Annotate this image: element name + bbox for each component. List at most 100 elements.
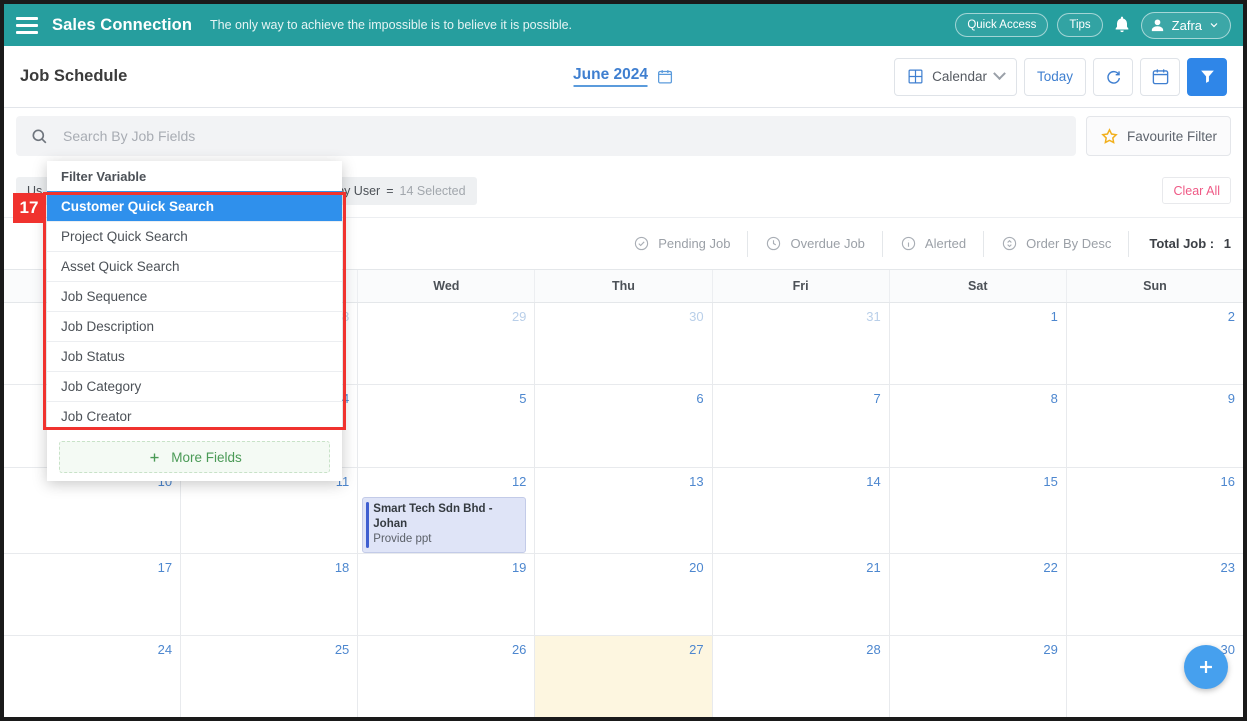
dropdown-item[interactable]: Job Category [47, 371, 342, 401]
calendar-day-number: 22 [1043, 559, 1058, 575]
filter-variable-dropdown[interactable]: Filter Variable Customer Quick Search Pro… [47, 161, 342, 481]
calendar-day-cell[interactable]: 28 [712, 635, 890, 717]
dropdown-item[interactable]: Job Status [47, 341, 342, 371]
event-subtitle: Provide ppt [373, 532, 432, 545]
calendar-icon [1152, 69, 1168, 85]
calendar-day-cell[interactable]: 2 [1066, 303, 1243, 385]
chevron-down-icon [1210, 23, 1218, 28]
status-filter-label: Order By Desc [1026, 236, 1112, 251]
clear-all-button[interactable]: Clear All [1162, 177, 1231, 204]
calendar-day-number: 5 [519, 391, 527, 407]
calendar-day-number: 13 [689, 473, 704, 489]
calendar-day-cell[interactable]: 5 [358, 385, 536, 467]
date-picker-button[interactable] [1140, 57, 1180, 96]
calendar-day-cell[interactable]: 22 [889, 553, 1067, 635]
app-window: Sales Connection The only way to achieve… [0, 0, 1247, 721]
calendar-day-cell[interactable]: 19 [358, 553, 536, 635]
calendar-day-cell[interactable]: 18 [181, 553, 359, 635]
calendar-day-cell[interactable]: 31 [712, 303, 890, 385]
total-job-value: 1 [1223, 236, 1231, 251]
calendar-day-number: 12 [511, 473, 527, 489]
calendar-day-number: 2 [1227, 309, 1235, 324]
calendar-day-cell[interactable]: 30 [535, 303, 713, 385]
add-job-fab-button[interactable] [1184, 645, 1228, 689]
current-month-label: June 2024 [573, 66, 648, 87]
dropdown-item[interactable]: Job Sequence [47, 281, 342, 311]
subheader-actions: Calendar Today [894, 57, 1227, 96]
dropdown-item[interactable]: Project Quick Search [47, 221, 342, 251]
user-menu[interactable]: Zafra [1140, 11, 1231, 39]
notifications-bell-icon[interactable] [1112, 14, 1132, 36]
calendar-day-number: 7 [873, 391, 881, 407]
view-mode-dropdown[interactable]: Calendar [894, 57, 1017, 96]
dropdown-item[interactable]: Job Creator [47, 401, 342, 431]
calendar-day-number: 15 [1043, 473, 1058, 489]
page-title: Job Schedule [20, 67, 128, 85]
calendar-day-cell[interactable]: 7 [712, 385, 890, 467]
dropdown-item[interactable]: Customer Quick Search [47, 191, 342, 221]
calendar-day-number: 21 [866, 559, 881, 575]
refresh-button[interactable] [1093, 57, 1133, 96]
calendar-day-cell[interactable]: 9 [1066, 385, 1243, 467]
calendar-day-header: Sat [890, 270, 1067, 302]
plus-icon [1200, 661, 1212, 673]
calendar-day-cell[interactable]: 23 [1066, 553, 1243, 635]
page-subheader: Job Schedule June 2024 Calendar Today [4, 46, 1243, 108]
calendar-day-number: 30 [689, 309, 704, 324]
calendar-day-header: Thu [535, 270, 713, 302]
hamburger-menu-icon[interactable] [16, 16, 38, 34]
calendar-day-cell[interactable]: 29 [358, 303, 536, 385]
calendar-day-number: 31 [866, 309, 881, 324]
search-icon [32, 128, 47, 143]
check-circle-icon [635, 236, 649, 251]
calendar-day-number: 29 [1043, 641, 1058, 657]
more-fields-button[interactable]: More Fields [59, 441, 330, 473]
status-filter-overdue-job[interactable]: Overdue Job [748, 230, 883, 257]
calendar-day-cell[interactable]: 15 [889, 467, 1067, 553]
more-fields-label: More Fields [171, 449, 242, 465]
calendar-day-cell[interactable]: 13 [535, 467, 713, 553]
calendar-day-cell[interactable]: 21 [712, 553, 890, 635]
total-job-label: Total Job : [1149, 236, 1215, 251]
tips-button[interactable]: Tips [1057, 13, 1103, 37]
calendar-day-cell[interactable]: 1 [889, 303, 1067, 385]
user-name-label: Zafra [1171, 17, 1202, 33]
calendar-day-cell[interactable]: 17 [4, 553, 182, 635]
calendar-day-cell[interactable]: 12 Smart Tech Sdn Bhd - Johan Provide ppt [358, 467, 536, 553]
calendar-icon[interactable] [657, 68, 674, 85]
calendar-day-cell[interactable]: 20 [535, 553, 713, 635]
calendar-day-cell[interactable]: 26 [358, 635, 536, 717]
annotation-step-badge: 17 [13, 193, 45, 223]
calendar-day-cell[interactable]: 8 [889, 385, 1067, 467]
filter-toggle-button[interactable] [1187, 57, 1227, 96]
calendar-day-cell[interactable]: 16 [1066, 467, 1243, 553]
funnel-icon [1200, 70, 1214, 83]
calendar-day-number: 23 [1220, 559, 1235, 575]
quick-access-button[interactable]: Quick Access [955, 13, 1049, 37]
today-button[interactable]: Today [1023, 57, 1086, 96]
status-filter-alerted[interactable]: Alerted [883, 230, 985, 257]
calendar-day-cell[interactable]: 6 [535, 385, 713, 467]
calendar-day-cell[interactable]: 25 [181, 635, 359, 717]
dropdown-item[interactable]: Job Description [47, 311, 342, 341]
calendar-day-number: 25 [334, 641, 350, 657]
app-brand-title: Sales Connection [52, 15, 193, 34]
total-job-counter: Total Job : 1 [1129, 236, 1231, 251]
favourite-filter-button[interactable]: Favourite Filter [1085, 116, 1231, 156]
calendar-day-cell[interactable]: 29 [889, 635, 1067, 717]
dropdown-item[interactable]: Asset Quick Search [47, 251, 342, 281]
calendar-day-cell[interactable]: 27 [535, 635, 713, 717]
search-input-wrapper[interactable]: Search By Job Fields [16, 116, 1076, 156]
search-input-placeholder: Search By Job Fields [63, 128, 196, 144]
status-filter-pending-job[interactable]: Pending Job [616, 230, 749, 257]
calendar-day-cell[interactable]: 14 [712, 467, 890, 553]
calendar-event-card[interactable]: Smart Tech Sdn Bhd - Johan Provide ppt [362, 496, 527, 553]
dropdown-item-list: Customer Quick Search Project Quick Searc… [47, 191, 342, 431]
event-title: Smart Tech Sdn Bhd - Johan [373, 502, 493, 530]
status-filter-order-by-desc[interactable]: Order By Desc [984, 230, 1130, 257]
calendar-day-number: 26 [511, 641, 527, 657]
calendar-day-cell[interactable]: 24 [4, 635, 182, 717]
month-selector[interactable]: June 2024 [573, 66, 674, 87]
chevron-down-icon [993, 67, 1006, 81]
search-row: Search By Job Fields Favourite Filter [4, 108, 1243, 164]
